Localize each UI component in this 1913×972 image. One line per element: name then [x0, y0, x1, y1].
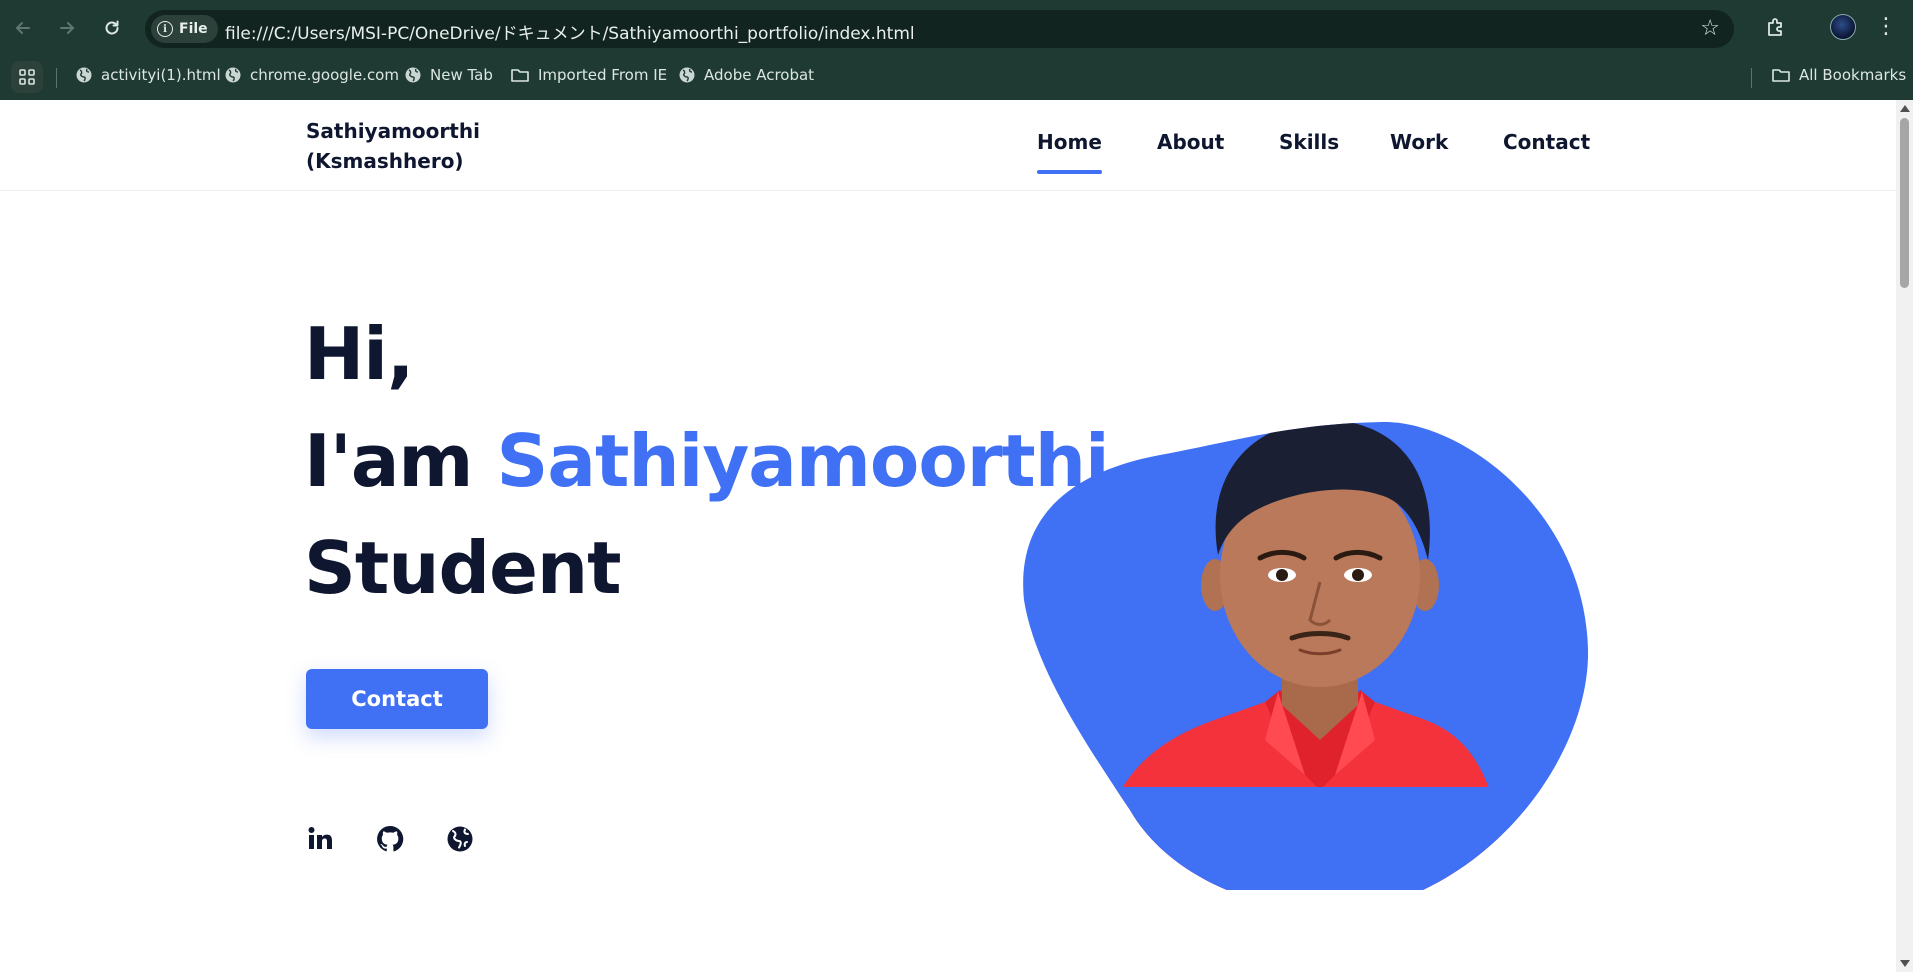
url-text[interactable]: file:///C:/Users/MSI-PC/OneDrive/ドキュメント/…: [225, 19, 915, 44]
hero-intro: I'am Sathiyamoorthi: [304, 419, 1110, 503]
profile-avatar[interactable]: [1830, 14, 1856, 40]
scroll-up-icon[interactable]: [1900, 105, 1910, 112]
all-bookmarks-label: All Bookmarks: [1799, 66, 1907, 84]
folder-icon: [511, 69, 529, 82]
bookmarks-divider: [1751, 68, 1752, 88]
hero-intro-prefix: I'am: [304, 419, 497, 503]
linkedin-icon[interactable]: [304, 823, 336, 855]
browser-toolbar: i File file:///C:/Users/MSI-PC/OneDrive/…: [0, 0, 1913, 56]
hero-name: Sathiyamoorthi: [496, 419, 1110, 503]
folder-icon: [1772, 69, 1790, 82]
bookmark-label: Imported From IE: [538, 66, 668, 84]
extensions-icon[interactable]: [1762, 13, 1790, 41]
nav-about[interactable]: About: [1157, 130, 1224, 154]
all-bookmarks-button[interactable]: All Bookmarks: [1771, 66, 1906, 84]
back-arrow-icon: [15, 22, 30, 34]
bookmark-item[interactable]: Adobe Acrobat: [678, 66, 814, 84]
scroll-thumb[interactable]: [1900, 118, 1909, 288]
browser-chrome: i File file:///C:/Users/MSI-PC/OneDrive/…: [0, 0, 1913, 100]
reload-button[interactable]: [98, 14, 126, 42]
site-logo[interactable]: Sathiyamoorthi (Ksmashhero): [306, 116, 546, 176]
file-chip-label: File: [179, 21, 208, 37]
globe-icon: [76, 67, 92, 83]
nav-skills[interactable]: Skills: [1279, 130, 1339, 154]
bookmark-label: activityi(1).html: [101, 66, 221, 84]
nav-home[interactable]: Home: [1037, 130, 1102, 174]
bookmark-label: chrome.google.com: [250, 66, 399, 84]
globe-icon: [405, 67, 421, 83]
bookmark-label: New Tab: [430, 66, 493, 84]
page-scrollbar[interactable]: [1896, 100, 1913, 972]
browser-menu-icon[interactable]: ⋮: [1875, 14, 1897, 42]
bookmark-item[interactable]: activityi(1).html: [75, 66, 221, 84]
reload-icon: [105, 20, 119, 35]
bookmark-label: Adobe Acrobat: [704, 66, 815, 84]
bookmark-item[interactable]: Imported From IE: [510, 66, 667, 84]
bookmark-item[interactable]: chrome.google.com: [224, 66, 399, 84]
hero-image: [1020, 320, 1590, 912]
globe-icon: [679, 67, 695, 83]
brand-name: Sathiyamoorthi: [306, 119, 480, 143]
bookmark-item[interactable]: New Tab: [404, 66, 493, 84]
address-bar[interactable]: i File file:///C:/Users/MSI-PC/OneDrive/…: [145, 10, 1734, 48]
info-icon: i: [157, 21, 173, 37]
forward-arrow-icon: [60, 22, 75, 34]
bookmark-star-icon[interactable]: ☆: [1700, 16, 1720, 41]
apps-grid-icon[interactable]: [11, 61, 43, 93]
back-button[interactable]: [9, 14, 37, 42]
globe-icon[interactable]: [444, 823, 476, 855]
nav-contact[interactable]: Contact: [1503, 130, 1590, 154]
bookmarks-divider: [56, 68, 57, 88]
nav-work[interactable]: Work: [1390, 130, 1448, 154]
site-info-chip[interactable]: i File: [151, 15, 218, 43]
globe-icon: [225, 67, 241, 83]
hero-greeting: Hi,: [304, 312, 414, 396]
bookmarks-bar: activityi(1).html chrome.google.com New …: [0, 56, 1913, 100]
brand-handle: (Ksmashhero): [306, 149, 464, 173]
profile-photo: [1023, 421, 1589, 912]
page-viewport: Sathiyamoorthi (Ksmashhero) Home About S…: [0, 100, 1913, 972]
hero-role: Student: [304, 526, 622, 610]
github-icon[interactable]: [374, 823, 406, 855]
hero-contact-button[interactable]: Contact: [306, 669, 488, 729]
scroll-down-icon[interactable]: [1900, 960, 1910, 967]
forward-button[interactable]: [53, 14, 81, 42]
site-header: Sathiyamoorthi (Ksmashhero) Home About S…: [0, 100, 1896, 191]
